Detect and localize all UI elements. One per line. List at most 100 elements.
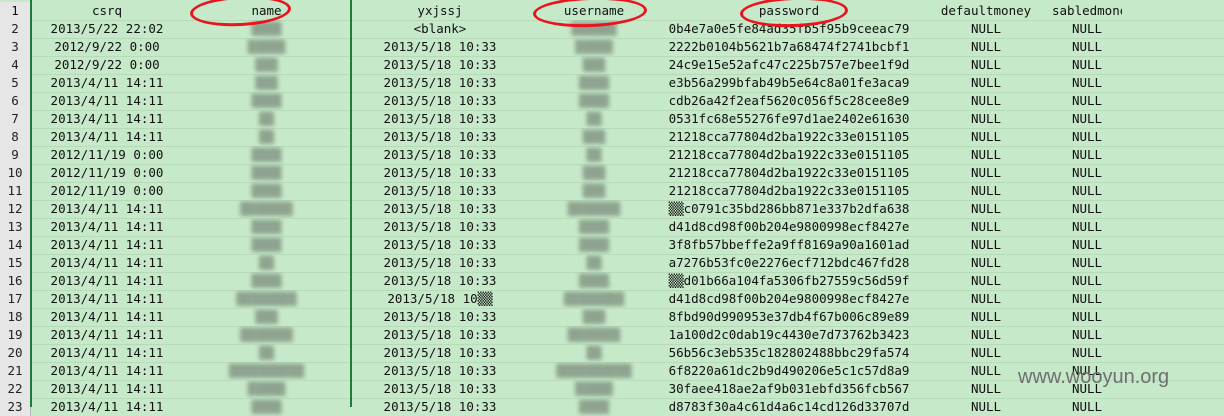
sabledmoney-cell[interactable]: NULL bbox=[1052, 218, 1122, 236]
defaultmoney-cell[interactable]: NULL bbox=[920, 92, 1052, 110]
password-cell[interactable]: 21218cca77804d2ba1922c33e0151105 bbox=[658, 182, 920, 200]
sabledmoney-cell[interactable]: NULL bbox=[1052, 398, 1122, 416]
csrq-cell[interactable]: 2013/4/11 14:11 bbox=[31, 218, 183, 236]
defaultmoney-cell[interactable]: NULL bbox=[920, 200, 1052, 218]
row-number[interactable]: 15 bbox=[0, 254, 31, 272]
sabledmoney-cell[interactable]: NULL bbox=[1052, 74, 1122, 92]
defaultmoney-cell[interactable]: NULL bbox=[920, 326, 1052, 344]
name-cell[interactable]: ▒▒▒▒▒▒▒▒ bbox=[183, 290, 350, 308]
password-cell[interactable]: 21218cca77804d2ba1922c33e0151105 bbox=[658, 164, 920, 182]
username-cell[interactable]: ▒▒▒▒ bbox=[530, 236, 658, 254]
row-number[interactable]: 13 bbox=[0, 218, 31, 236]
defaultmoney-cell[interactable]: NULL bbox=[920, 218, 1052, 236]
row-number[interactable]: 22 bbox=[0, 380, 31, 398]
sabledmoney-cell[interactable]: NULL bbox=[1052, 182, 1122, 200]
row-number[interactable]: 9 bbox=[0, 146, 31, 164]
password-cell[interactable]: 3f8fb57bbeffe2a9ff8169a90a1601ad bbox=[658, 236, 920, 254]
password-cell[interactable]: 56b56c3eb535c182802488bbc29fa574 bbox=[658, 344, 920, 362]
yxjssj-cell[interactable]: 2013/5/18 10:33 bbox=[350, 272, 530, 290]
name-cell[interactable]: ▒▒ bbox=[183, 128, 350, 146]
username-cell[interactable]: ▒▒▒ bbox=[530, 182, 658, 200]
name-cell[interactable]: ▒▒▒▒ bbox=[183, 218, 350, 236]
csrq-cell[interactable]: 2013/4/11 14:11 bbox=[31, 200, 183, 218]
username-cell[interactable]: ▒▒▒ bbox=[530, 164, 658, 182]
name-cell[interactable]: ▒▒▒▒ bbox=[183, 182, 350, 200]
yxjssj-cell[interactable]: 2013/5/18 10:33 bbox=[350, 56, 530, 74]
name-cell[interactable]: ▒▒ bbox=[183, 344, 350, 362]
row-number[interactable]: 20 bbox=[0, 344, 31, 362]
yxjssj-cell[interactable]: 2013/5/18 10:33 bbox=[350, 200, 530, 218]
row-number[interactable]: 11 bbox=[0, 182, 31, 200]
sabledmoney-cell[interactable]: NULL bbox=[1052, 254, 1122, 272]
yxjssj-cell[interactable]: 2013/5/18 10:33 bbox=[350, 146, 530, 164]
csrq-cell[interactable]: 2013/4/11 14:11 bbox=[31, 128, 183, 146]
yxjssj-cell[interactable]: 2013/5/18 10▒▒ bbox=[350, 290, 530, 308]
sabledmoney-cell[interactable]: NULL bbox=[1052, 272, 1122, 290]
name-cell[interactable]: ▒▒ bbox=[183, 254, 350, 272]
row-number[interactable]: 21 bbox=[0, 362, 31, 380]
defaultmoney-cell[interactable]: NULL bbox=[920, 38, 1052, 56]
name-cell[interactable]: ▒▒▒▒ bbox=[183, 146, 350, 164]
yxjssj-cell[interactable]: 2013/5/18 10:33 bbox=[350, 398, 530, 416]
password-cell[interactable]: a7276b53fc0e2276ecf712bdc467fd28 bbox=[658, 254, 920, 272]
sabledmoney-cell[interactable]: NULL bbox=[1052, 128, 1122, 146]
column-header-yxjssj[interactable]: yxjssj bbox=[350, 2, 530, 20]
defaultmoney-cell[interactable]: NULL bbox=[920, 398, 1052, 416]
column-header-name[interactable]: name bbox=[183, 2, 350, 20]
row-number[interactable]: 5 bbox=[0, 74, 31, 92]
password-cell[interactable]: e3b56a299bfab49b5e64c8a01fe3aca9 bbox=[658, 74, 920, 92]
row-number[interactable]: 2 bbox=[0, 20, 31, 38]
password-cell[interactable]: d8783f30a4c61d4a6c14cd126d33707d bbox=[658, 398, 920, 416]
name-cell[interactable]: ▒▒▒ bbox=[183, 56, 350, 74]
name-cell[interactable]: ▒▒▒▒▒▒▒ bbox=[183, 326, 350, 344]
yxjssj-cell[interactable]: 2013/5/18 10:33 bbox=[350, 326, 530, 344]
password-cell[interactable]: 8fbd90d990953e37db4f67b006c89e89 bbox=[658, 308, 920, 326]
sabledmoney-cell[interactable]: NULL bbox=[1052, 290, 1122, 308]
row-number[interactable]: 7 bbox=[0, 110, 31, 128]
name-cell[interactable]: ▒▒▒ bbox=[183, 308, 350, 326]
sabledmoney-cell[interactable]: NULL bbox=[1052, 20, 1122, 38]
yxjssj-cell[interactable]: 2013/5/18 10:33 bbox=[350, 182, 530, 200]
yxjssj-cell[interactable]: 2013/5/18 10:33 bbox=[350, 218, 530, 236]
password-cell[interactable]: ▒▒d01b66a104fa5306fb27559c56d59f bbox=[658, 272, 920, 290]
sabledmoney-cell[interactable]: NULL bbox=[1052, 236, 1122, 254]
defaultmoney-cell[interactable]: NULL bbox=[920, 182, 1052, 200]
csrq-cell[interactable]: 2013/4/11 14:11 bbox=[31, 380, 183, 398]
defaultmoney-cell[interactable]: NULL bbox=[920, 236, 1052, 254]
sabledmoney-cell[interactable]: NULL bbox=[1052, 326, 1122, 344]
row-number[interactable]: 10 bbox=[0, 164, 31, 182]
row-number[interactable]: 14 bbox=[0, 236, 31, 254]
yxjssj-cell[interactable]: 2013/5/18 10:33 bbox=[350, 110, 530, 128]
name-cell[interactable]: ▒▒▒▒ bbox=[183, 398, 350, 416]
password-cell[interactable]: 2222b0104b5621b7a68474f2741bcbf1 bbox=[658, 38, 920, 56]
name-cell[interactable]: ▒▒▒ bbox=[183, 74, 350, 92]
username-cell[interactable]: ▒▒▒▒ bbox=[530, 74, 658, 92]
column-header-sabledmoney[interactable]: sabledmoney bbox=[1052, 2, 1122, 20]
password-cell[interactable]: 6f8220a61dc2b9d490206e5c1c57d8a9 bbox=[658, 362, 920, 380]
name-cell[interactable]: ▒▒▒▒ bbox=[183, 20, 350, 38]
name-cell[interactable]: ▒▒▒▒ bbox=[183, 236, 350, 254]
yxjssj-cell[interactable]: 2013/5/18 10:33 bbox=[350, 74, 530, 92]
yxjssj-cell[interactable]: 2013/5/18 10:33 bbox=[350, 38, 530, 56]
password-cell[interactable]: d41d8cd98f00b204e9800998ecf8427e bbox=[658, 218, 920, 236]
defaultmoney-cell[interactable]: NULL bbox=[920, 254, 1052, 272]
defaultmoney-cell[interactable]: NULL bbox=[920, 272, 1052, 290]
csrq-cell[interactable]: 2012/11/19 0:00 bbox=[31, 164, 183, 182]
password-cell[interactable]: 0b4e7a0e5fe84ad35fb5f95b9ceeac79 bbox=[658, 20, 920, 38]
username-cell[interactable]: ▒▒▒▒▒▒▒▒ bbox=[530, 290, 658, 308]
username-cell[interactable]: ▒▒▒▒ bbox=[530, 272, 658, 290]
password-cell[interactable]: 1a100d2c0dab19c4430e7d73762b3423 bbox=[658, 326, 920, 344]
yxjssj-cell[interactable]: 2013/5/18 10:33 bbox=[350, 380, 530, 398]
password-cell[interactable]: 21218cca77804d2ba1922c33e0151105 bbox=[658, 146, 920, 164]
csrq-cell[interactable]: 2013/4/11 14:11 bbox=[31, 110, 183, 128]
sabledmoney-cell[interactable]: NULL bbox=[1052, 164, 1122, 182]
sabledmoney-cell[interactable]: NULL bbox=[1052, 38, 1122, 56]
csrq-cell[interactable]: 2012/9/22 0:00 bbox=[31, 38, 183, 56]
csrq-cell[interactable]: 2012/11/19 0:00 bbox=[31, 182, 183, 200]
csrq-cell[interactable]: 2013/5/22 22:02 bbox=[31, 20, 183, 38]
password-cell[interactable]: d41d8cd98f00b204e9800998ecf8427e bbox=[658, 290, 920, 308]
sabledmoney-cell[interactable]: NULL bbox=[1052, 110, 1122, 128]
yxjssj-cell[interactable]: 2013/5/18 10:33 bbox=[350, 164, 530, 182]
username-cell[interactable]: ▒▒▒▒▒▒▒ bbox=[530, 200, 658, 218]
row-number[interactable]: 8 bbox=[0, 128, 31, 146]
